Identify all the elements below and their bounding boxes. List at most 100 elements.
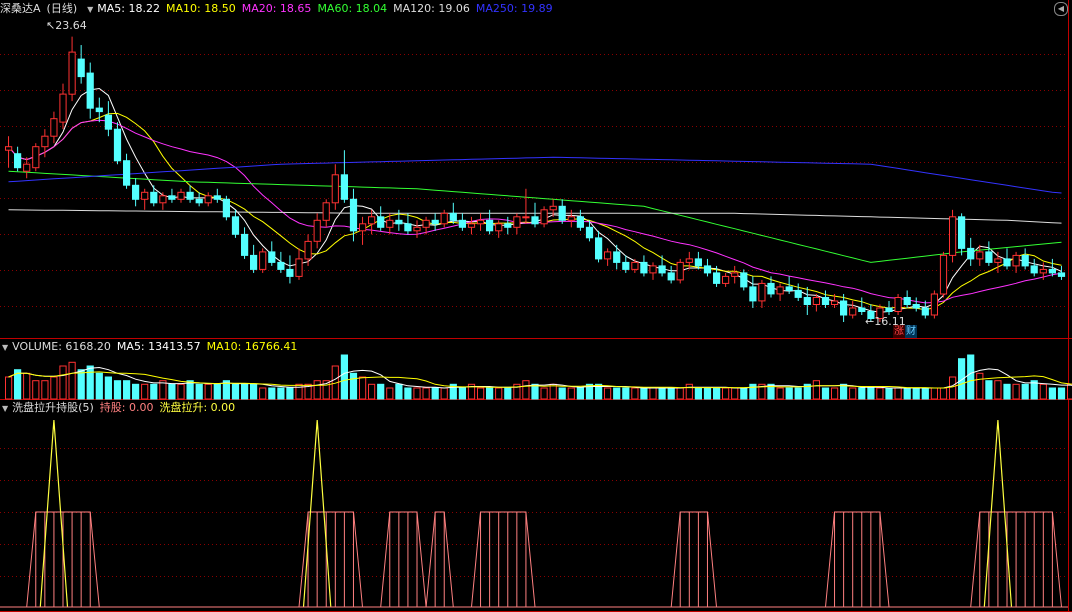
volume-bar [540, 387, 548, 400]
volume-bar [377, 383, 385, 400]
volume-bar [549, 383, 557, 400]
candle-body [930, 293, 938, 316]
candle-body [831, 300, 839, 305]
volume-bar [349, 372, 358, 400]
candle-body [186, 191, 194, 200]
volume-bar [967, 354, 975, 400]
hold-signal [425, 511, 454, 608]
volume-bar [23, 372, 31, 400]
volume-bar [667, 387, 675, 400]
volume-bar [849, 387, 857, 400]
volume-bar [567, 387, 575, 400]
candle-body [277, 261, 285, 270]
ma-line-ma250 [8, 156, 1062, 194]
candle-body [86, 72, 94, 109]
candle-body [41, 135, 49, 148]
candle-body [694, 258, 702, 267]
candle-body [939, 254, 948, 295]
volume-bar [386, 387, 394, 400]
collapse-icon[interactable]: ▼ [2, 401, 8, 417]
candle-body [722, 275, 730, 284]
volume-bar [32, 380, 40, 400]
volume-bar [885, 387, 893, 400]
candle-body [622, 261, 630, 270]
candle-body [740, 272, 748, 288]
chart-canvas[interactable] [0, 0, 1072, 612]
candle-body [631, 261, 639, 270]
limit-up-badge[interactable]: 涨 [893, 325, 905, 338]
candle-body [386, 219, 394, 228]
candle-body [976, 251, 984, 260]
candle-body [359, 223, 367, 232]
candle-body [141, 191, 149, 200]
restore-icon[interactable]: ◀ [1054, 2, 1068, 16]
candle-body [250, 254, 258, 270]
volume-bar [413, 387, 421, 400]
volume-bar [1048, 387, 1057, 400]
candle-body [885, 307, 893, 312]
volume-bar [213, 383, 221, 400]
volume-bar [1012, 383, 1020, 400]
volume-bar [277, 387, 285, 400]
event-badges[interactable]: 涨财 [893, 325, 917, 338]
candle-body [259, 251, 267, 270]
candle-body [286, 268, 294, 277]
volume-bar [422, 387, 430, 400]
candle-body [1048, 268, 1057, 274]
volume-bar [840, 383, 848, 400]
volume-bar [359, 376, 367, 400]
candle-body [150, 191, 158, 204]
candle-body [858, 307, 866, 312]
candle-body [404, 223, 412, 232]
collapse-icon[interactable]: ▼ [2, 340, 8, 356]
collapse-icon[interactable]: ▼ [87, 2, 93, 18]
volume-bar [477, 387, 485, 400]
candle-body [785, 286, 793, 291]
candle-body [331, 174, 339, 204]
candle-body [422, 219, 430, 228]
candle-body [77, 58, 85, 78]
candle-body [241, 233, 249, 256]
candle-body [295, 258, 303, 277]
volume-bar [404, 387, 412, 400]
candle-body [14, 153, 22, 169]
volume-bar [685, 383, 693, 400]
finance-badge[interactable]: 财 [905, 325, 917, 338]
candle-body [349, 198, 358, 232]
candle-body [486, 219, 494, 232]
kline-chart[interactable]: 深桑达A (日线) ▼ MA5: 18.22 MA10: 18.50 MA20: 18.6… [0, 0, 1072, 612]
volume-bar [794, 387, 802, 400]
volume-bar [821, 387, 830, 400]
volume-bar [740, 387, 748, 400]
candle-body [495, 223, 503, 232]
volume-bar [531, 383, 539, 400]
vol-ma10-legend: MA10: 16766.41 [206, 340, 298, 353]
volume-bar [939, 387, 948, 400]
volume-bar [1021, 383, 1029, 400]
candle-body [113, 128, 122, 162]
candle-body [322, 202, 330, 221]
candle-body [368, 216, 376, 225]
high-price-label: 23.64 [55, 19, 87, 32]
candle-body [840, 300, 848, 316]
volume-bar [831, 387, 839, 400]
candle-body [304, 240, 312, 260]
candle-body [676, 261, 684, 281]
volume-bar [77, 369, 85, 400]
candle-body [803, 297, 811, 305]
candle-body [994, 258, 1002, 263]
candle-body [513, 216, 521, 228]
volume-bar [295, 383, 303, 400]
volume-bar [985, 380, 993, 400]
hold-legend: 持股: 0.00 [99, 401, 154, 414]
volume-value: VOLUME: 6168.20 [12, 340, 111, 353]
candle-body [504, 223, 512, 228]
volume-bar [368, 383, 376, 400]
candle-body [5, 146, 13, 151]
candle-body [104, 114, 113, 130]
volume-bar [177, 383, 185, 400]
candle-body [585, 226, 594, 239]
volume-bar [522, 380, 530, 400]
indicator-header: ▼ 洗盘拉升持股(5) 持股: 0.00 洗盘拉升: 0.00 [0, 400, 241, 416]
candle-body [613, 251, 621, 263]
